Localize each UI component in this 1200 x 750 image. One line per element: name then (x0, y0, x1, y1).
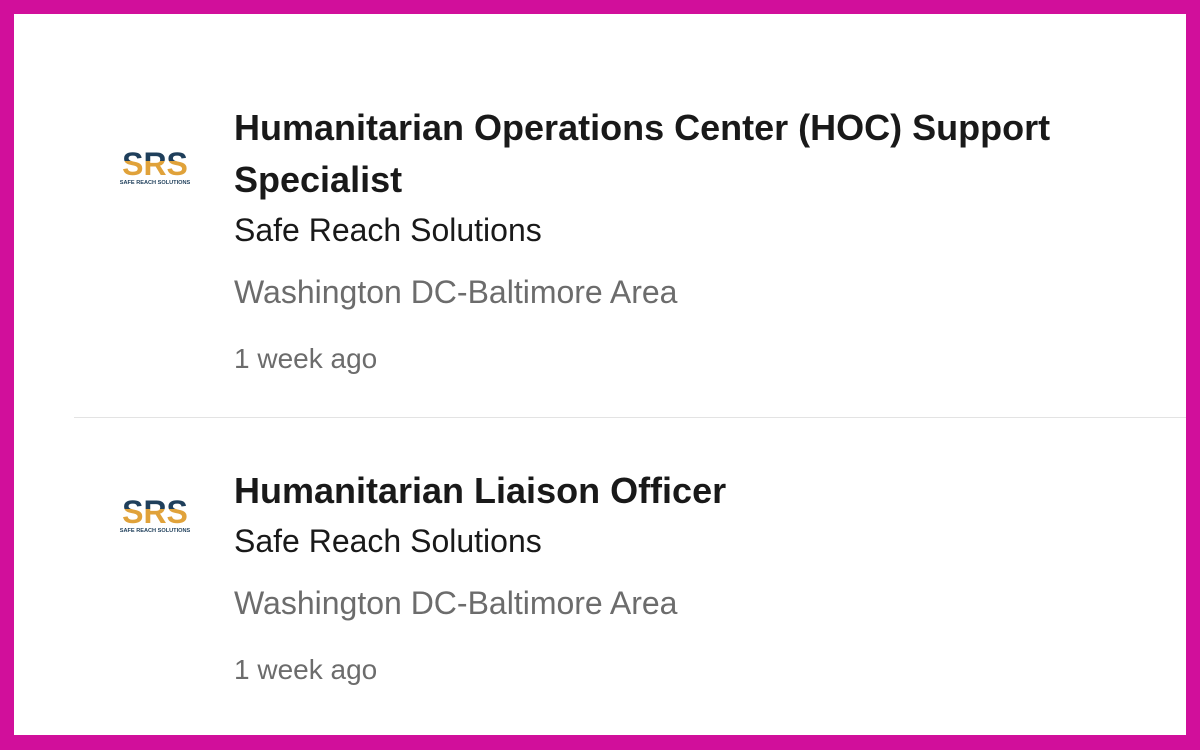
posted-time: 1 week ago (234, 343, 378, 374)
company-logo[interactable]: SRS SRS SAFE REACH SOLUTIONS (110, 490, 200, 534)
job-location: Washington DC-Baltimore Area (234, 274, 678, 310)
job-title-link[interactable]: Humanitarian Liaison Officer (234, 465, 1174, 517)
job-title-link[interactable]: Humanitarian Operations Center (HOC) Sup… (234, 102, 1174, 206)
company-name[interactable]: Safe Reach Solutions (234, 211, 1174, 249)
job-location: Washington DC-Baltimore Area (234, 585, 678, 621)
job-card[interactable]: SRS SRS SAFE REACH SOLUTIONS Humanitaria… (14, 14, 1186, 418)
company-name[interactable]: Safe Reach Solutions (234, 522, 1174, 560)
svg-text:SAFE REACH SOLUTIONS: SAFE REACH SOLUTIONS (120, 528, 191, 534)
job-details: Humanitarian Liaison Officer Safe Reach … (234, 465, 1174, 687)
svg-text:SAFE REACH SOLUTIONS: SAFE REACH SOLUTIONS (120, 180, 191, 186)
job-card[interactable]: SRS SRS SAFE REACH SOLUTIONS Humanitaria… (14, 418, 1186, 735)
company-logo[interactable]: SRS SRS SAFE REACH SOLUTIONS (110, 142, 200, 186)
posted-time: 1 week ago (234, 654, 378, 685)
job-list: SRS SRS SAFE REACH SOLUTIONS Humanitaria… (14, 14, 1186, 735)
job-details: Humanitarian Operations Center (HOC) Sup… (234, 102, 1174, 376)
